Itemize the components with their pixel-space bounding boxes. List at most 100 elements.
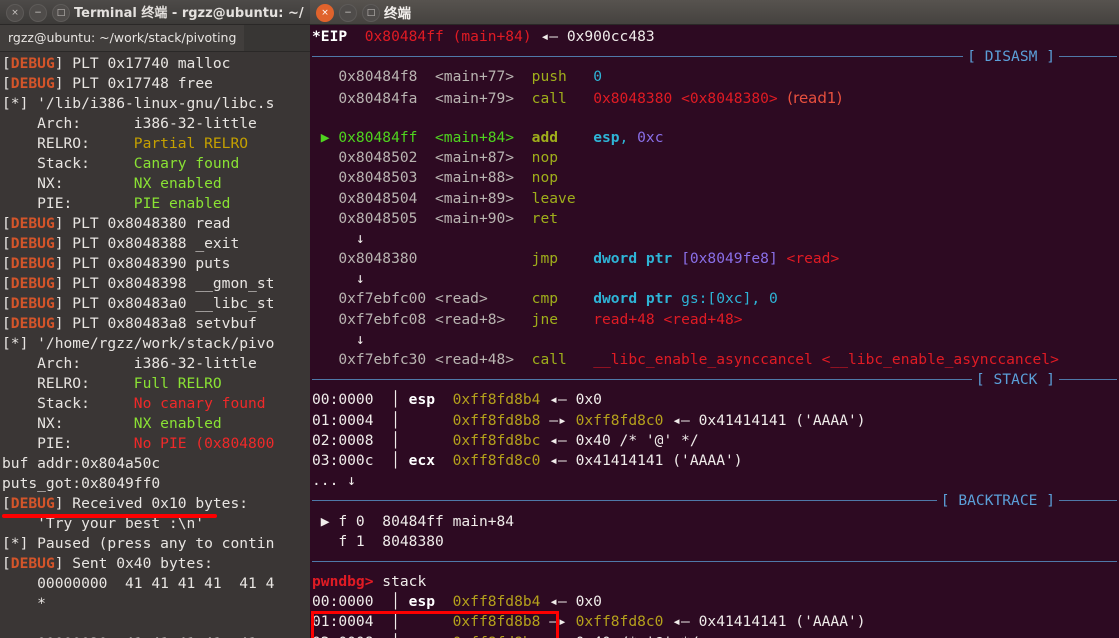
terminal-text: nop — [531, 149, 594, 167]
terminal-line: Arch: i386-32-little — [2, 354, 320, 374]
maximize-icon[interactable]: □ — [52, 4, 70, 22]
section-rule — [312, 560, 1117, 562]
terminal-text: Stack: — [2, 155, 134, 172]
terminal-text: esp — [408, 593, 453, 611]
disasm-row: 0x80484fa <main+79> call 0x8048380 <0x80… — [310, 88, 1119, 108]
terminal-line: RELRO: Partial RELRO — [2, 134, 320, 154]
terminal-text: DEBUG — [10, 495, 55, 512]
terminal-line: PIE: PIE enabled — [2, 194, 320, 214]
terminal-text: [ — [2, 275, 11, 292]
section-divider — [310, 552, 1119, 572]
terminal-text: DEBUG — [10, 555, 55, 572]
terminal-text: add — [531, 128, 594, 146]
terminal-text: <main+88> — [435, 169, 532, 187]
close-icon[interactable]: × — [316, 4, 334, 22]
terminal-text: DEBUG — [10, 235, 55, 252]
terminal-text: f 0 — [338, 512, 383, 530]
terminal-text: ptr — [645, 290, 673, 308]
terminal-text: Stack: — [2, 395, 134, 412]
pwndbg-terminal-body[interactable]: *EIP 0x80484ff (main+84) ◂— 0x900cc483[ … — [310, 25, 1119, 638]
terminal-text: ▶ — [312, 128, 339, 146]
minimize-icon[interactable]: − — [29, 4, 47, 22]
flow-arrow-line: ↓ — [310, 269, 1119, 289]
terminal-line: NX: NX enabled — [2, 414, 320, 434]
terminal-text: 0x0 — [575, 593, 602, 611]
terminal-text: ↓ — [312, 330, 365, 348]
terminal-text: <main+77> — [435, 68, 532, 86]
terminal-text: 0xff8fd8c0 — [575, 411, 664, 429]
terminal-text: 0x80484ff — [338, 128, 436, 146]
terminal-text: ecx — [408, 451, 453, 469]
terminal-text: No canary found — [133, 395, 266, 412]
terminal-text: [*] '/lib/i386-linux-gnu/libc.s — [2, 95, 275, 112]
tab-pivoting[interactable]: rgzz@ubuntu: ~/work/stack/pivoting — [0, 25, 245, 51]
terminal-text: *EIP — [312, 28, 365, 45]
maximize-icon[interactable]: □ — [362, 4, 380, 22]
terminal-text: 0xff8fd8b8 — [452, 411, 550, 429]
terminal-line: [DEBUG] PLT 0x8048398 __gmon_st — [2, 274, 320, 294]
terminal-text: buf addr:0x804a50c — [2, 455, 161, 472]
left-window-titlebar[interactable]: × − □ Terminal 终端 - rgzz@ubuntu: ~/ — [0, 0, 320, 25]
right-window-controls: × − □ — [316, 4, 380, 22]
terminal-line: [DEBUG] PLT 0x80483a0 __libc_st — [2, 294, 320, 314]
terminal-text: PIE: — [2, 435, 134, 452]
section-label: [ BACKTRACE ] — [936, 491, 1059, 512]
terminal-text: <read+48> — [435, 351, 532, 368]
red-box-annotation — [311, 611, 559, 638]
pwndbg-terminal-window[interactable]: × − □ 终端 *EIP 0x80484ff (main+84) ◂— 0x9… — [310, 0, 1119, 638]
left-terminal-tabbar[interactable]: rgzz@ubuntu: ~/work/stack/pivoting — [0, 25, 320, 52]
terminal-text: [ — [2, 495, 11, 512]
terminal-text: —▸ — [549, 411, 576, 429]
flow-arrow-line: ↓ — [310, 330, 1119, 350]
terminal-text: ] PLT 0x8048398 __gmon_st — [54, 275, 275, 292]
terminal-text: NX enabled — [133, 175, 222, 192]
terminal-text: [ — [2, 555, 11, 572]
pwntools-terminal-body[interactable]: [DEBUG] PLT 0x17740 malloc [DEBUG] PLT 0x… — [0, 52, 320, 638]
disasm-row: 0x8048503 <main+88> nop — [310, 168, 1119, 188]
terminal-text: RELRO: — [2, 375, 134, 392]
terminal-text: 03:000c — [312, 451, 392, 469]
terminal-text: 0x80484ff (main+84) — [364, 28, 541, 45]
terminal-text: [0x8049fe8] — [681, 250, 778, 268]
terminal-text: DEBUG — [10, 215, 55, 232]
terminal-text: stack — [382, 573, 427, 591]
pwntools-output: [DEBUG] PLT 0x17740 malloc [DEBUG] PLT 0x… — [0, 52, 320, 638]
terminal-text: 0x900cc483 — [566, 28, 655, 45]
terminal-text: 0x80484f8 — [338, 68, 436, 86]
terminal-text: esp — [593, 128, 620, 146]
terminal-text: 0xff8fd8c0 — [452, 451, 550, 469]
red-underline-annotation — [2, 514, 217, 518]
terminal-text: │ — [391, 593, 409, 611]
pwntools-terminal-window[interactable]: × − □ Terminal 终端 - rgzz@ubuntu: ~/ rgzz… — [0, 0, 320, 638]
terminal-line: [DEBUG] Received 0x10 bytes: — [2, 494, 320, 514]
terminal-text: call — [531, 89, 594, 107]
close-icon[interactable]: × — [6, 4, 24, 22]
minimize-icon[interactable]: − — [339, 4, 357, 22]
terminal-text: f 1 — [338, 532, 383, 550]
terminal-line: [DEBUG] PLT 0x80483a8 setvbuf — [2, 314, 320, 334]
terminal-text: 0x40 /* '@' */ — [575, 431, 699, 449]
terminal-text: ↓ — [312, 229, 365, 247]
disasm-annotation: (read1) — [777, 88, 843, 107]
terminal-text: ] PLT 0x80483a8 setvbuf — [54, 315, 257, 332]
right-window-titlebar[interactable]: × − □ 终端 — [310, 0, 1119, 25]
terminal-text: <0x8048380> — [681, 89, 778, 107]
terminal-text: ret — [531, 209, 594, 227]
terminal-text: [ — [2, 315, 11, 332]
disasm-row: 0x80484f8 <main+77> push 0 — [310, 67, 1119, 87]
terminal-text: ptr — [645, 250, 673, 268]
stack-row: ... ↓ — [310, 471, 1119, 491]
